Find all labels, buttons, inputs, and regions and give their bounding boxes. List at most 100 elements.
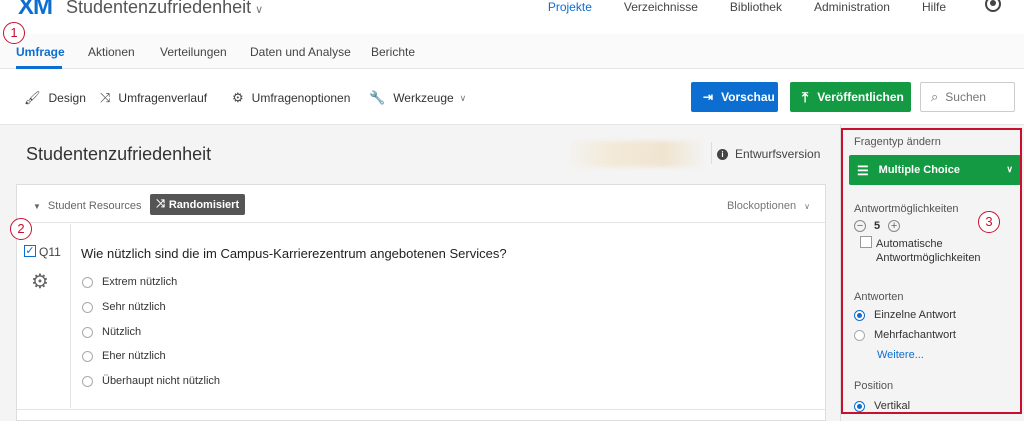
choice-item[interactable]: Sehr nützlich <box>82 301 166 313</box>
auto-choices-checkbox[interactable] <box>860 236 872 248</box>
gear-icon[interactable]: ⚙ <box>31 269 49 294</box>
design-button[interactable]: 🖌 Design <box>24 90 86 106</box>
randomized-label: Randomisiert <box>168 198 240 211</box>
draft-version-indicator[interactable]: i Entwurfsversion <box>717 147 820 161</box>
chevron-down-icon: ∨ <box>1006 164 1013 174</box>
minus-icon[interactable]: − <box>854 220 866 232</box>
choices-count: 5 <box>874 220 881 232</box>
design-label: Design <box>48 91 86 105</box>
paint-brush-icon: 🖌 <box>24 90 41 105</box>
publish-button[interactable]: ⤒ Veröffentlichen <box>790 82 911 112</box>
shuffle-icon: ⤨ <box>156 198 165 210</box>
answers-label: Antworten <box>854 291 904 303</box>
user-account-icon[interactable] <box>985 0 1001 12</box>
callout-marker-2: 2 <box>10 218 32 240</box>
blurred-region <box>565 141 707 167</box>
block-header: ▼ Student Resources ⤨ Randomisiert Blocko… <box>17 185 825 223</box>
block-name-toggle[interactable]: ▼ Student Resources <box>33 200 141 212</box>
project-title: Studentenzufriedenheit <box>66 0 252 17</box>
question-block: ▼ Student Resources ⤨ Randomisiert Blocko… <box>16 184 826 421</box>
draft-version-label: Entwurfsversion <box>735 147 821 161</box>
list-icon: ☰ <box>857 162 869 178</box>
choices-stepper: − 5 + <box>854 220 908 232</box>
choice-item[interactable]: Nützlich <box>82 326 141 338</box>
collapse-triangle-icon: ▼ <box>33 202 41 211</box>
tab-survey[interactable]: Umfrage <box>16 45 65 59</box>
choice-label: Überhaupt nicht nützlich <box>102 375 221 387</box>
radio-button[interactable] <box>82 276 93 288</box>
block-options-label: Blockoptionen <box>726 200 797 212</box>
nav-help[interactable]: Hilfe <box>922 0 946 14</box>
block-options-dropdown[interactable]: Blockoptionen ∨ <box>727 200 810 212</box>
survey-editor: Studentenzufriedenheit i Entwurfsversion… <box>0 125 840 421</box>
preview-label: Vorschau <box>721 90 775 104</box>
multiple-answer-option[interactable]: Mehrfachantwort <box>854 329 956 341</box>
callout-marker-3: 3 <box>978 211 1000 233</box>
single-answer-label: Einzelne Antwort <box>874 309 956 321</box>
chevron-down-icon: ∨ <box>459 92 467 103</box>
project-tabs: Umfrage Aktionen Verteilungen Daten und … <box>0 34 1024 69</box>
question-type-label: Multiple Choice <box>878 164 960 176</box>
tab-reports[interactable]: Berichte <box>371 45 415 59</box>
position-label: Position <box>854 380 894 392</box>
nav-administration[interactable]: Administration <box>814 0 890 14</box>
shuffle-arrows-icon: ⤨ <box>100 90 111 105</box>
single-answer-option[interactable]: Einzelne Antwort <box>854 309 956 321</box>
xm-logo[interactable]: XM <box>18 0 53 21</box>
more-answers-link[interactable]: Weitere... <box>877 349 924 361</box>
vertical-option[interactable]: Vertikal <box>854 400 910 412</box>
survey-options-button[interactable]: ⚙ Umfragenoptionen <box>232 90 350 106</box>
choice-label: Nützlich <box>102 326 142 338</box>
chevron-down-icon: ∨ <box>804 202 810 211</box>
radio-button-selected[interactable] <box>854 400 865 412</box>
divider <box>711 142 712 164</box>
nav-library[interactable]: Bibliothek <box>730 0 782 14</box>
question-sidebar: ✓ Q11 ⚙ <box>17 224 71 408</box>
survey-toolbar: 🖌 Design ⤨ Umfragenverlauf ⚙ Umfragenopt… <box>0 69 1024 125</box>
tab-data-analysis[interactable]: Daten und Analyse <box>250 45 351 59</box>
radio-button[interactable] <box>854 329 865 341</box>
block-divider <box>17 409 825 410</box>
survey-history-button[interactable]: ⤨ Umfragenverlauf <box>100 90 207 106</box>
block-name: Student Resources <box>47 200 142 212</box>
preview-icon: ⇥ <box>703 90 714 104</box>
question-number: Q11 <box>39 245 61 259</box>
question-select-checkbox[interactable]: ✓ <box>24 245 36 257</box>
choice-label: Sehr nützlich <box>102 301 166 313</box>
question-text[interactable]: Wie nützlich sind die im Campus-Karriere… <box>81 246 507 261</box>
survey-history-label: Umfragenverlauf <box>118 91 208 105</box>
question-type-dropdown[interactable]: ☰ Multiple Choice ∨ <box>849 155 1021 185</box>
search-input[interactable]: ⌕ Suchen <box>920 82 1015 112</box>
project-title-dropdown[interactable]: Studentenzufriedenheit ∨ <box>66 0 263 18</box>
choices-label: Antwortmöglichkeiten <box>854 203 959 215</box>
search-icon: ⌕ <box>931 89 939 104</box>
tools-dropdown[interactable]: 🔧 Werkzeuge ∨ <box>369 90 466 106</box>
nav-directories[interactable]: Verzeichnisse <box>624 0 698 14</box>
plus-icon[interactable]: + <box>888 220 901 232</box>
auto-choices-label: Automatische Antwortmöglichkeiten <box>876 238 981 264</box>
radio-button-selected[interactable] <box>854 309 865 321</box>
tab-distributions[interactable]: Verteilungen <box>160 45 227 59</box>
radio-button[interactable] <box>82 350 93 362</box>
radio-button[interactable] <box>82 301 93 313</box>
publish-label: Veröffentlichen <box>817 90 904 104</box>
question-options-panel: Fragentyp ändern ☰ Multiple Choice ∨ Ant… <box>840 125 1024 421</box>
tab-actions[interactable]: Aktionen <box>88 45 135 59</box>
radio-button[interactable] <box>82 375 93 387</box>
change-question-type-label: Fragentyp ändern <box>854 136 941 148</box>
randomized-badge[interactable]: ⤨ Randomisiert <box>150 194 246 215</box>
upload-icon: ⤒ <box>802 88 809 105</box>
choice-label: Extrem nützlich <box>102 276 178 288</box>
top-nav: XM Studentenzufriedenheit ∨ Projekte Verz… <box>0 0 1024 34</box>
survey-title: Studentenzufriedenheit <box>26 144 212 164</box>
preview-button[interactable]: ⇥ Vorschau <box>691 82 778 112</box>
choice-item[interactable]: Eher nützlich <box>82 350 166 362</box>
survey-options-label: Umfragenoptionen <box>251 91 351 105</box>
gear-icon: ⚙ <box>232 90 244 105</box>
wrench-icon: 🔧 <box>369 90 386 105</box>
nav-projects[interactable]: Projekte <box>548 0 592 14</box>
multiple-answer-label: Mehrfachantwort <box>874 329 956 341</box>
radio-button[interactable] <box>82 326 93 338</box>
choice-item[interactable]: Überhaupt nicht nützlich <box>82 375 220 387</box>
choice-item[interactable]: Extrem nützlich <box>82 276 177 288</box>
